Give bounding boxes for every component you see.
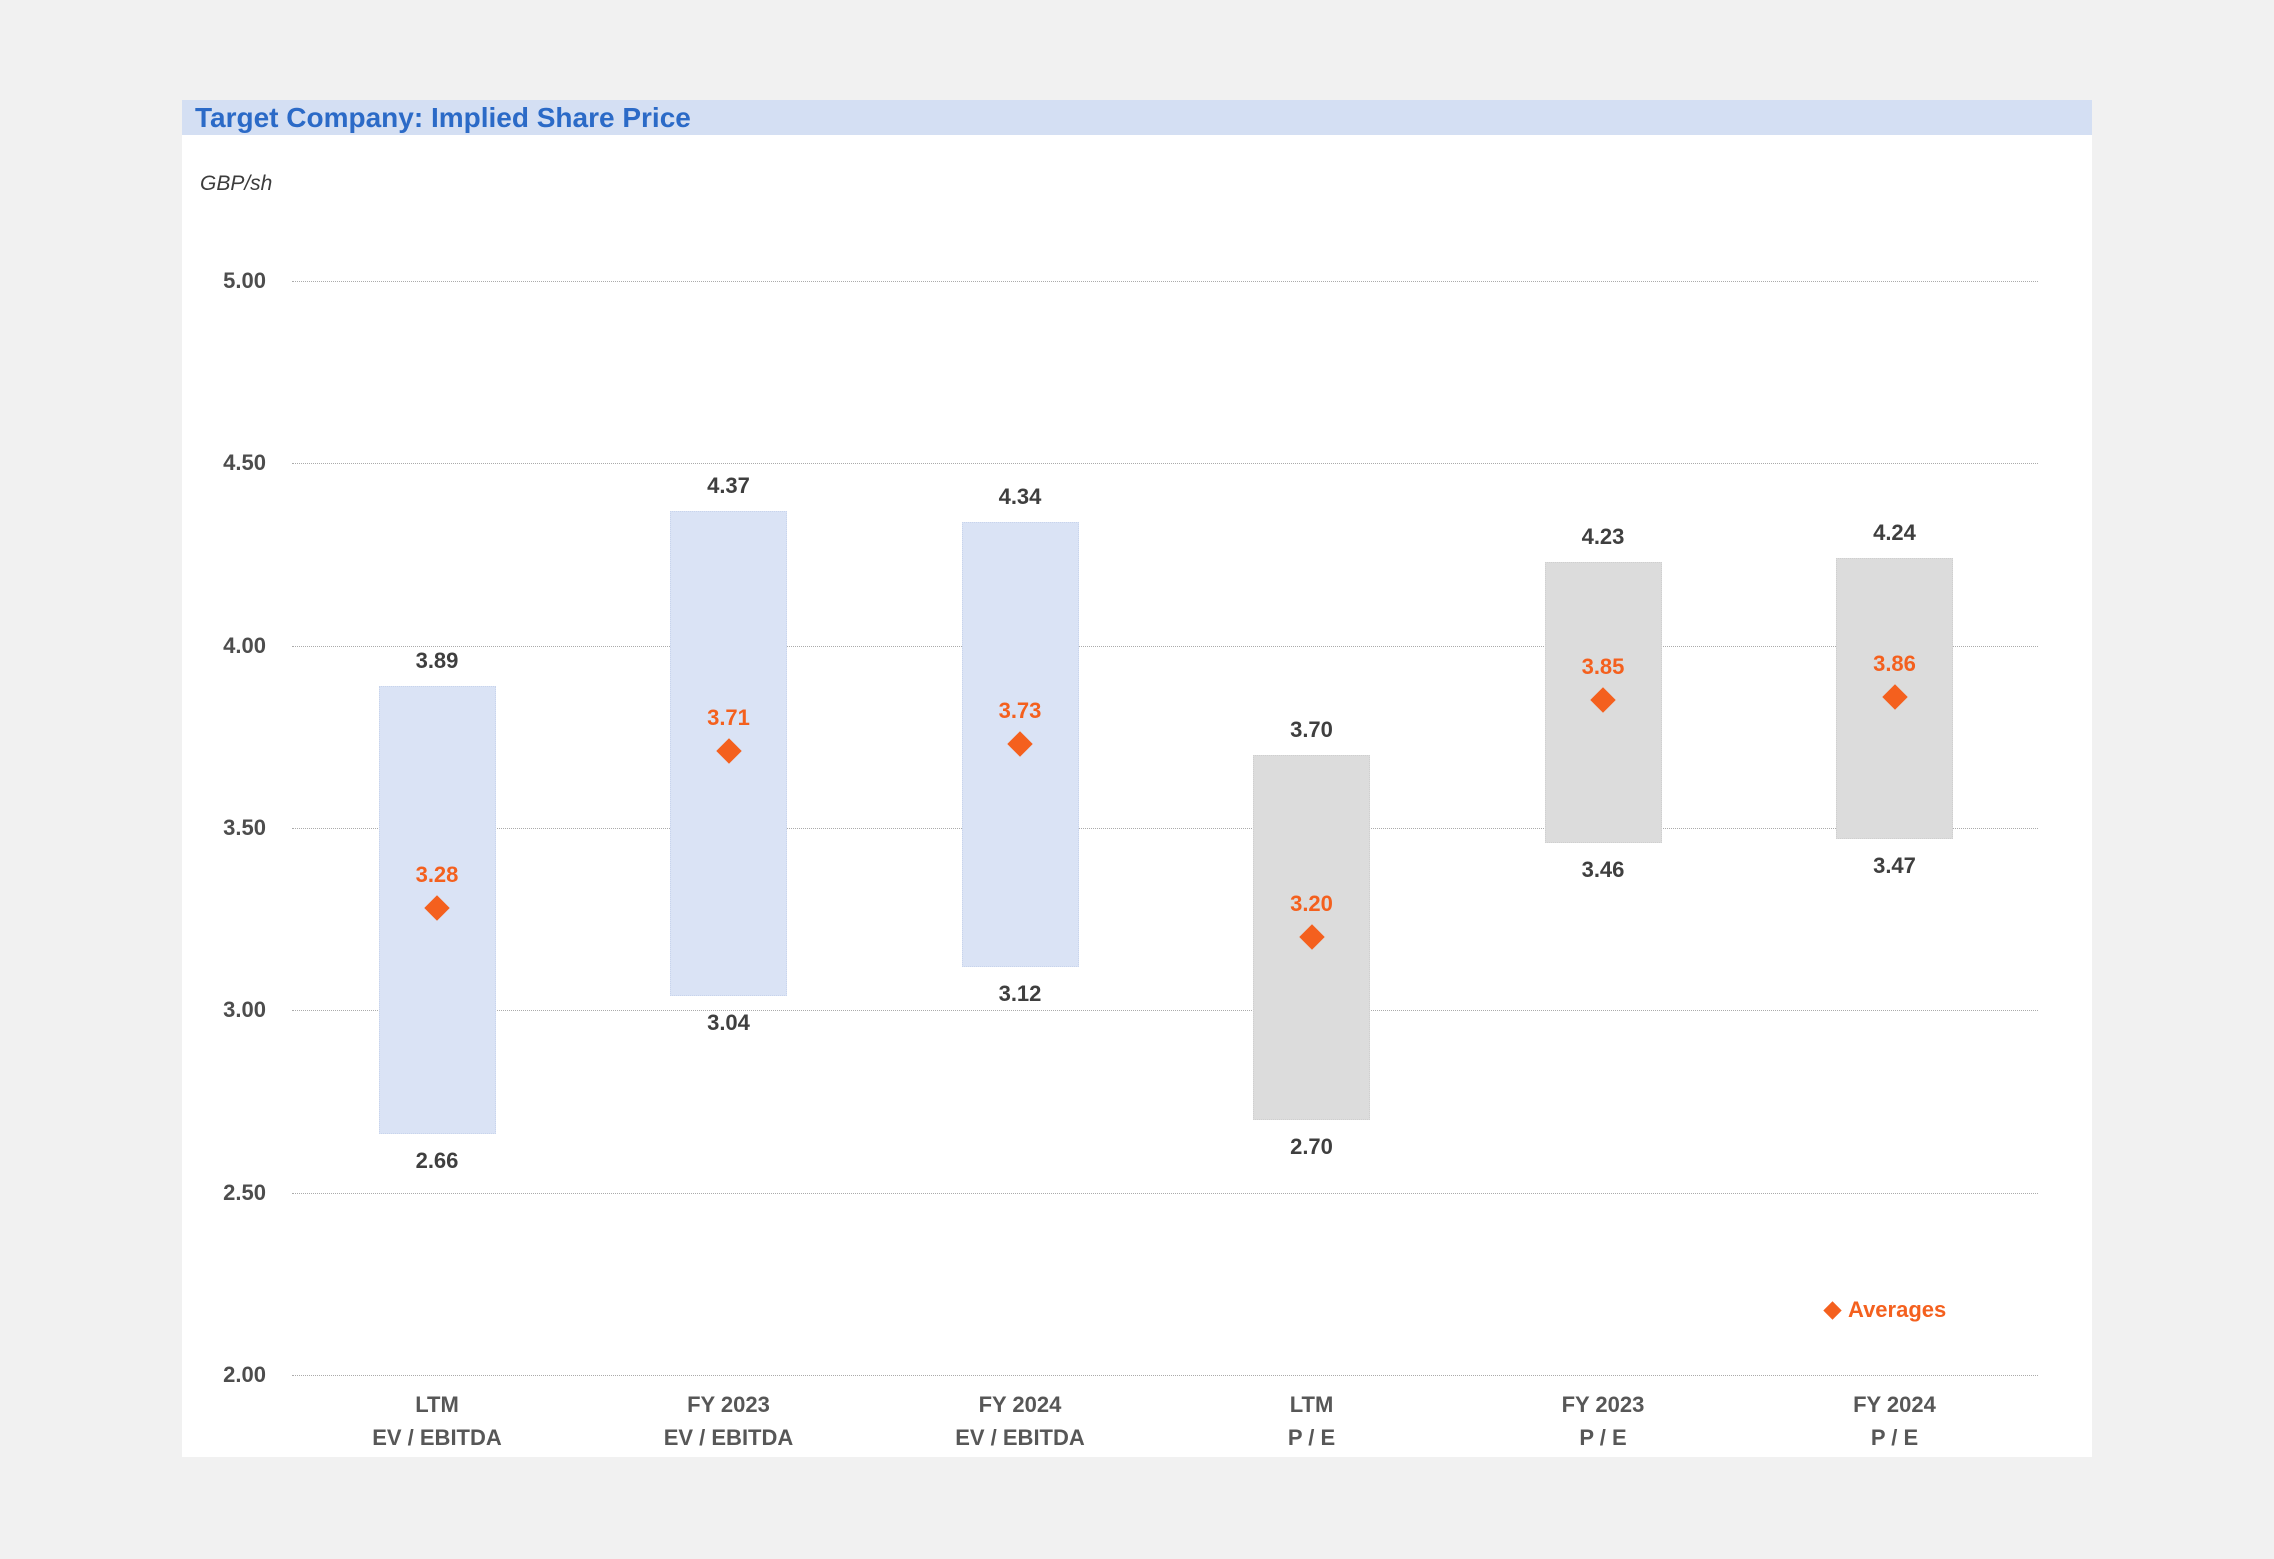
category-label-line1: LTM xyxy=(317,1388,557,1421)
legend-label: Averages xyxy=(1848,1295,1946,1325)
bar-max-label: 3.89 xyxy=(367,646,507,676)
gridline xyxy=(292,1010,2038,1011)
gridline xyxy=(292,828,2038,829)
averages-diamond-icon xyxy=(1823,1301,1841,1319)
y-axis-tick-label: 4.50 xyxy=(182,448,266,478)
bar-min-label: 2.70 xyxy=(1242,1132,1382,1162)
bar-max-label: 4.24 xyxy=(1825,518,1965,548)
category-label-line2: EV / EBITDA xyxy=(317,1421,557,1454)
category-label: FY 2024EV / EBITDA xyxy=(900,1388,1140,1454)
category-label-line2: P / E xyxy=(1483,1421,1723,1454)
bar-average-label: 3.86 xyxy=(1825,649,1965,679)
category-label-line2: P / E xyxy=(1775,1421,2015,1454)
y-axis-tick-label: 5.00 xyxy=(182,266,266,296)
bar-max-label: 4.23 xyxy=(1533,522,1673,552)
axis-unit-label: GBP/sh xyxy=(200,172,272,196)
category-label-line1: FY 2023 xyxy=(609,1388,849,1421)
category-label: FY 2023EV / EBITDA xyxy=(609,1388,849,1454)
category-label-line2: EV / EBITDA xyxy=(900,1421,1140,1454)
category-label: LTMEV / EBITDA xyxy=(317,1388,557,1454)
category-label-line2: P / E xyxy=(1192,1421,1432,1454)
bar-average-label: 3.73 xyxy=(950,696,1090,726)
y-axis-tick-label: 2.50 xyxy=(182,1178,266,1208)
chart-title-banner: Target Company: Implied Share Price xyxy=(182,100,2092,135)
category-label-line1: FY 2024 xyxy=(1775,1388,2015,1421)
gridline xyxy=(292,463,2038,464)
category-label-line1: FY 2023 xyxy=(1483,1388,1723,1421)
category-label-line1: FY 2024 xyxy=(900,1388,1140,1421)
category-label: FY 2024P / E xyxy=(1775,1388,2015,1454)
chart-sheet: Target Company: Implied Share Price GBP/… xyxy=(182,100,2092,1457)
category-label: FY 2023P / E xyxy=(1483,1388,1723,1454)
chart-title: Target Company: Implied Share Price xyxy=(182,102,691,134)
bar-average-label: 3.85 xyxy=(1533,652,1673,682)
legend: Averages xyxy=(1826,1295,1946,1325)
y-axis-tick-label: 3.50 xyxy=(182,813,266,843)
bar-average-label: 3.71 xyxy=(659,703,799,733)
bar-average-label: 3.20 xyxy=(1242,889,1382,919)
y-axis-tick-label: 3.00 xyxy=(182,995,266,1025)
bar-max-label: 4.34 xyxy=(950,482,1090,512)
category-label-line1: LTM xyxy=(1192,1388,1432,1421)
bar-max-label: 3.70 xyxy=(1242,715,1382,745)
bar-min-label: 3.46 xyxy=(1533,855,1673,885)
bar-max-label: 4.37 xyxy=(659,471,799,501)
bar-average-label: 3.28 xyxy=(367,860,507,890)
page-background: Target Company: Implied Share Price GBP/… xyxy=(0,0,2274,1559)
bar-min-label: 3.04 xyxy=(659,1008,799,1038)
gridline xyxy=(292,646,2038,647)
gridline xyxy=(292,1193,2038,1194)
bar-min-label: 3.47 xyxy=(1825,851,1965,881)
gridline xyxy=(292,281,2038,282)
gridline xyxy=(292,1375,2038,1376)
category-label: LTMP / E xyxy=(1192,1388,1432,1454)
y-axis-tick-label: 4.00 xyxy=(182,631,266,661)
category-label-line2: EV / EBITDA xyxy=(609,1421,849,1454)
bar-min-label: 2.66 xyxy=(367,1146,507,1176)
y-axis-tick-label: 2.00 xyxy=(182,1360,266,1390)
bar-min-label: 3.12 xyxy=(950,979,1090,1009)
